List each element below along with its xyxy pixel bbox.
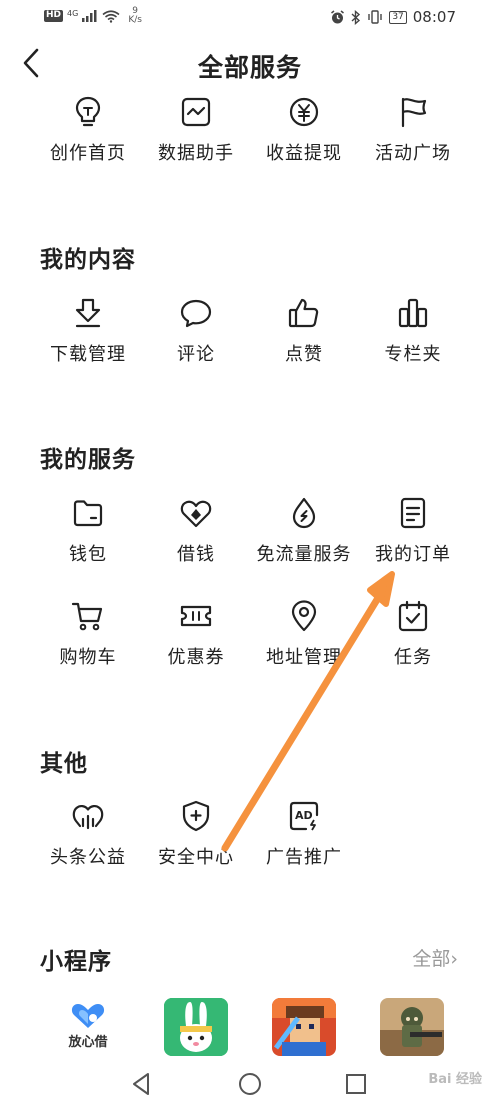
- item-label: 数据助手: [158, 143, 234, 164]
- item-label: 免流量服务: [256, 544, 352, 565]
- section-title-mini-programs: 小程序: [40, 949, 112, 975]
- comment-icon: [180, 299, 212, 328]
- mini-program-fangxinjie[interactable]: 放心借: [56, 998, 120, 1056]
- nav-recents-icon[interactable]: [342, 1070, 370, 1098]
- mini-program-rabbit-game[interactable]: [164, 998, 228, 1056]
- service-earnings-withdraw[interactable]: 收益提现: [249, 95, 359, 165]
- flag-icon: [401, 97, 427, 128]
- service-address-manage[interactable]: 地址管理: [249, 599, 359, 669]
- service-comment[interactable]: 评论: [141, 296, 251, 366]
- hd-badge: HD: [44, 10, 64, 22]
- download-icon: [75, 298, 101, 328]
- service-download-manage[interactable]: 下载管理: [33, 296, 143, 366]
- nav-home-icon[interactable]: [236, 1070, 264, 1098]
- mini-program-label: 放心借: [68, 1035, 108, 1050]
- mini-program-block-game[interactable]: [272, 998, 336, 1056]
- rabbit-game-icon: [164, 998, 228, 1056]
- chevron-right-icon: ›: [450, 948, 458, 970]
- service-ad-promotion[interactable]: AD 广告推广: [249, 799, 359, 869]
- page-title: 全部服务: [197, 53, 302, 82]
- lightbulb-icon: [75, 96, 101, 127]
- service-shopping-cart[interactable]: 购物车: [33, 599, 143, 669]
- mini-program-shooter-game[interactable]: [380, 998, 444, 1056]
- alarm-icon: [331, 9, 345, 23]
- item-label: 优惠券: [167, 647, 225, 668]
- item-label: 专栏夹: [384, 344, 442, 365]
- network-label: 4G: [67, 8, 79, 18]
- borrow-icon: [180, 500, 212, 528]
- item-label: 安全中心: [158, 847, 234, 868]
- item-label: 地址管理: [266, 647, 342, 668]
- cart-icon: [71, 602, 103, 631]
- service-security-center[interactable]: 安全中心: [141, 799, 251, 869]
- service-activity-square[interactable]: 活动广场: [358, 95, 468, 165]
- item-label: 购物车: [59, 647, 117, 668]
- task-icon: [398, 600, 428, 632]
- signal-icon: [82, 10, 97, 22]
- item-label: 头条公益: [50, 847, 126, 868]
- clock: 08:07: [412, 8, 456, 26]
- item-label: 我的订单: [375, 544, 451, 565]
- column-icon: [398, 298, 428, 328]
- item-label: 点赞: [285, 344, 323, 365]
- mini-programs-more-link[interactable]: 全部›: [412, 944, 458, 971]
- service-wallet[interactable]: 钱包: [33, 496, 143, 566]
- item-label: 下载管理: [50, 344, 126, 365]
- status-bar: HD 4G 9 K/s 37 08:07: [0, 0, 500, 34]
- service-borrow-money[interactable]: 借钱: [141, 496, 251, 566]
- item-label: 收益提现: [266, 143, 342, 164]
- shield-icon: [182, 800, 210, 832]
- item-label: 任务: [394, 647, 432, 668]
- wifi-icon: [102, 9, 120, 23]
- service-like[interactable]: 点赞: [249, 296, 359, 366]
- order-icon: [400, 497, 426, 529]
- item-label: 钱包: [69, 544, 107, 565]
- block-game-icon: [272, 998, 336, 1056]
- vibrate-icon: [368, 10, 383, 24]
- section-title-others: 其他: [40, 751, 88, 777]
- charity-icon: [72, 805, 104, 830]
- net-speed: 9 K/s: [128, 7, 142, 25]
- item-label: 借钱: [177, 544, 215, 565]
- section-title-my-content: 我的内容: [40, 247, 136, 273]
- shooter-game-icon: [380, 998, 444, 1056]
- more-label: 全部: [412, 948, 451, 970]
- section-title-my-services: 我的服务: [40, 447, 136, 473]
- service-my-orders[interactable]: 我的订单: [358, 496, 468, 566]
- item-label: 评论: [177, 344, 215, 365]
- service-charity[interactable]: 头条公益: [33, 799, 143, 869]
- free-data-icon: [292, 497, 316, 529]
- status-left: HD 4G 9 K/s: [44, 7, 142, 25]
- item-label: 活动广场: [375, 143, 451, 164]
- watermark: Bai 经验: [428, 1072, 482, 1087]
- item-label: 广告推广: [266, 847, 342, 868]
- item-label: 创作首页: [50, 143, 126, 164]
- speed-unit: K/s: [128, 15, 142, 25]
- location-icon: [291, 600, 317, 632]
- wallet-icon: [73, 500, 103, 527]
- nav-back-icon[interactable]: [128, 1070, 156, 1098]
- battery-indicator: 37: [389, 10, 407, 24]
- thumbs-up-icon: [288, 298, 319, 328]
- service-column-folder[interactable]: 专栏夹: [358, 296, 468, 366]
- system-nav-bar: [0, 1058, 500, 1111]
- bluetooth-icon: [351, 9, 361, 25]
- ad-icon: AD: [289, 801, 319, 831]
- status-right: 37 08:07: [330, 8, 456, 26]
- service-creator-home[interactable]: 创作首页: [33, 95, 143, 165]
- yuan-icon: [289, 97, 319, 127]
- service-free-data[interactable]: 免流量服务: [249, 496, 359, 566]
- svg-text:AD: AD: [295, 809, 313, 822]
- service-tasks[interactable]: 任务: [358, 599, 468, 669]
- service-data-assistant[interactable]: 数据助手: [141, 95, 251, 165]
- coupon-icon: [180, 605, 212, 627]
- chart-icon: [181, 97, 211, 127]
- service-coupons[interactable]: 优惠券: [141, 599, 251, 669]
